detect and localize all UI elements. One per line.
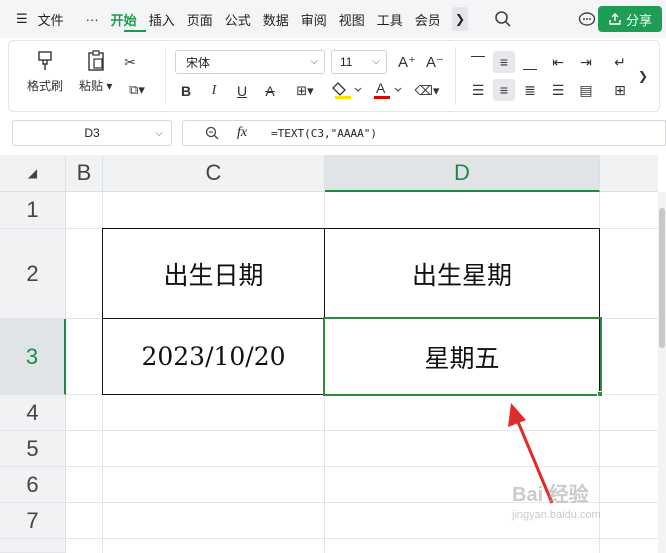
watermark-sub: jingyan.baidu.com xyxy=(512,509,601,521)
font-color-icon: A xyxy=(374,80,402,99)
paint-bucket-icon xyxy=(332,82,362,99)
borders-icon[interactable]: ⊞▾ xyxy=(289,81,321,101)
chevron-right-icon[interactable]: ❯ xyxy=(452,7,468,31)
indent-increase-icon[interactable]: ⇥ xyxy=(575,51,597,73)
font-color-button[interactable]: A xyxy=(371,79,403,101)
tab-insert[interactable]: 插入 xyxy=(143,0,181,38)
vertical-scrollbar[interactable] xyxy=(658,192,666,553)
tab-tools[interactable]: 工具 xyxy=(371,0,409,38)
fill-handle[interactable] xyxy=(597,391,603,397)
column-header-d[interactable]: D xyxy=(325,155,600,192)
row-header-3[interactable]: 3 xyxy=(0,319,66,395)
ribbon-toolbar: 格式刷 粘贴 ▾ ✂ ⧉▾ 宋体 ⌵ 11 ⌵ A⁺ A⁻ B I U A ⊞▾ A… xyxy=(8,40,660,112)
bold-button[interactable]: B xyxy=(177,81,195,101)
cell-d2[interactable]: 出生星期 xyxy=(325,229,599,318)
justify-icon[interactable]: ☰ xyxy=(547,79,569,101)
cut-icon[interactable]: ✂ xyxy=(119,51,141,73)
tab-page[interactable]: 页面 xyxy=(181,0,219,38)
tab-formula[interactable]: 公式 xyxy=(219,0,257,38)
tab-data[interactable]: 数据 xyxy=(257,0,295,38)
clipboard-icon xyxy=(87,50,104,71)
row-header-5[interactable]: 5 xyxy=(0,431,66,467)
share-button[interactable]: 分享 xyxy=(597,6,662,32)
chevron-down-icon: ⌵ xyxy=(310,56,318,67)
column-header-e[interactable] xyxy=(600,155,658,192)
underline-button[interactable]: U xyxy=(233,81,251,101)
hamburger-icon[interactable]: ☰ xyxy=(0,11,32,27)
formula-input[interactable]: fx =TEXT(C3,"AAAA") xyxy=(182,120,666,146)
decrease-font-icon[interactable]: A⁻ xyxy=(425,51,445,73)
fx-icon[interactable]: fx xyxy=(237,125,247,141)
indent-decrease-icon[interactable]: ⇤ xyxy=(547,51,569,73)
tab-view[interactable]: 视图 xyxy=(333,0,371,38)
formula-value: =TEXT(C3,"AAAA") xyxy=(271,126,377,140)
name-box-value: D3 xyxy=(84,126,100,140)
name-box[interactable]: D3 ⌵ xyxy=(12,120,172,146)
format-painter-label: 格式刷 xyxy=(27,79,64,93)
align-bottom-icon[interactable]: ⎽ xyxy=(519,51,541,73)
column-header-c[interactable]: C xyxy=(103,155,325,192)
gridline xyxy=(66,538,658,539)
wrap-text-icon[interactable]: ↵ xyxy=(609,51,631,73)
align-middle-icon[interactable]: ≡ xyxy=(493,51,515,73)
divider xyxy=(455,47,456,105)
brush-icon xyxy=(38,51,52,70)
svg-text:A: A xyxy=(376,80,386,96)
font-size-value: 11 xyxy=(340,55,353,69)
cell-c2[interactable]: 出生日期 xyxy=(103,229,324,318)
font-name-value: 宋体 xyxy=(186,55,211,70)
share-label: 分享 xyxy=(625,12,652,28)
scrollbar-thumb[interactable] xyxy=(659,208,665,348)
fill-color-button[interactable] xyxy=(331,79,363,101)
font-size-select[interactable]: 11 ⌵ xyxy=(331,50,387,74)
row-header-6[interactable]: 6 xyxy=(0,467,66,503)
font-name-select[interactable]: 宋体 ⌵ xyxy=(175,50,325,74)
chevron-right-icon[interactable]: ❯ xyxy=(635,65,651,87)
align-left-icon[interactable]: ☰ xyxy=(467,79,489,101)
copy-icon[interactable]: ⧉▾ xyxy=(121,79,153,101)
formula-bar: D3 ⌵ fx =TEXT(C3,"AAAA") xyxy=(0,116,666,150)
row-header-4[interactable]: 4 xyxy=(0,395,66,431)
align-center-icon[interactable]: ≡ xyxy=(493,79,515,101)
watermark-main: Bai 经验 xyxy=(512,484,589,506)
search-icon[interactable] xyxy=(494,10,512,28)
tab-start[interactable]: 开始 xyxy=(105,0,143,38)
select-all-corner[interactable]: ◢ xyxy=(0,155,66,192)
menu-bar: ☰ 文件 ··· 开始 插入 页面 公式 数据 审阅 视图 工具 会员 xyxy=(0,0,666,38)
distribute-icon[interactable]: ▤ xyxy=(575,79,597,101)
row-header-2[interactable]: 2 xyxy=(0,229,66,319)
chevron-down-icon: ⌵ xyxy=(372,56,380,67)
row-header-1[interactable]: 1 xyxy=(0,192,66,229)
cell-c3[interactable]: 2023/10/20 xyxy=(103,319,324,394)
zoom-icon[interactable] xyxy=(205,126,219,140)
file-menu[interactable]: 文件 xyxy=(32,0,70,38)
share-icon xyxy=(609,13,621,25)
strikethrough-button[interactable]: A xyxy=(261,81,279,101)
merge-cells-icon[interactable]: ⊞ xyxy=(609,79,631,101)
increase-font-icon[interactable]: A⁺ xyxy=(397,51,417,73)
format-painter-button[interactable]: 格式刷 xyxy=(27,49,63,94)
more-menu[interactable]: ··· xyxy=(70,0,105,38)
tab-member[interactable]: 会员 xyxy=(409,0,439,38)
chat-icon[interactable] xyxy=(578,10,596,28)
chevron-down-icon: ⌵ xyxy=(155,127,163,139)
eraser-icon[interactable]: ⌫▾ xyxy=(411,81,443,101)
align-right-icon[interactable]: ≣ xyxy=(519,79,541,101)
italic-button[interactable]: I xyxy=(205,81,223,101)
selection-box xyxy=(323,317,602,396)
row-header-8[interactable] xyxy=(0,539,66,553)
paste-label: 粘贴 ▾ xyxy=(79,79,113,93)
column-header-b[interactable]: B xyxy=(66,155,103,192)
align-top-icon[interactable]: ⎺ xyxy=(467,51,489,73)
paste-button[interactable]: 粘贴 ▾ xyxy=(79,49,112,94)
tab-review[interactable]: 审阅 xyxy=(295,0,333,38)
divider xyxy=(165,47,166,105)
watermark: Bai 经验 jingyan.baidu.com xyxy=(512,478,601,521)
active-tab-underline xyxy=(124,30,146,32)
row-header-7[interactable]: 7 xyxy=(0,503,66,539)
